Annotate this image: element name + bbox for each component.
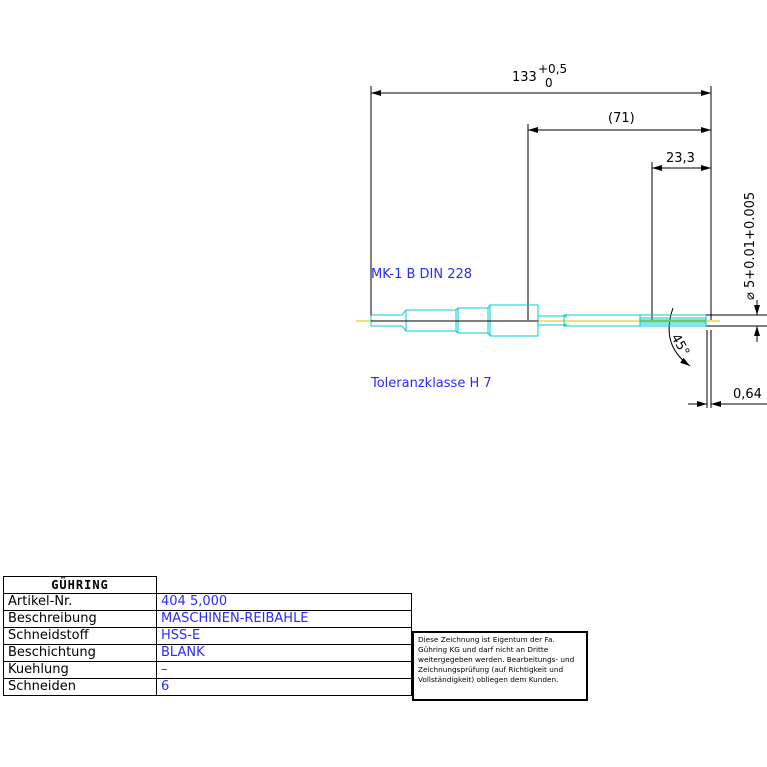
overall-length-dimension <box>370 86 712 320</box>
row-label: Schneiden <box>3 678 157 696</box>
company-logo: GÜHRING <box>3 576 157 594</box>
row-value: MASCHINEN-REIBAHLE <box>156 610 412 628</box>
flute-length-dimension <box>651 162 711 320</box>
row-label: Beschreibung <box>3 610 157 628</box>
title-block: GÜHRING Artikel-Nr. 404 5,000 Beschreibu… <box>3 576 412 696</box>
row-value: – <box>156 661 412 679</box>
row-label: Schneidstoff <box>3 627 157 645</box>
title-block-row: Schneidstoff HSS-E <box>3 627 412 645</box>
title-block-row: Beschreibung MASCHINEN-REIBAHLE <box>3 610 412 628</box>
row-value: 6 <box>156 678 412 696</box>
row-label: Artikel-Nr. <box>3 593 157 611</box>
overall-length-tol-lower: 0 <box>545 76 553 90</box>
taper-note: MK-1 B DIN 228 <box>371 267 472 282</box>
angle-value: 45° <box>668 332 693 359</box>
tolerance-class-note: Toleranzklasse H 7 <box>370 376 492 391</box>
row-value: HSS-E <box>156 627 412 645</box>
chamfer-value: 0,64 <box>733 387 762 402</box>
row-value: BLANK <box>156 644 412 662</box>
row-value: 404 5,000 <box>156 593 412 611</box>
row-label: Beschichtung <box>3 644 157 662</box>
row-label: Kuehlung <box>3 661 157 679</box>
title-block-row: Artikel-Nr. 404 5,000 <box>3 593 412 611</box>
shank-length-value: (71) <box>608 111 635 126</box>
title-block-logo-row: GÜHRING <box>3 576 412 594</box>
title-block-row: Kuehlung – <box>3 661 412 679</box>
flute-length-value: 23,3 <box>666 151 695 166</box>
ownership-notice: Diese Zeichnung ist Eigentum der Fa. Güh… <box>412 631 588 701</box>
overall-length-value: 133 <box>512 70 537 85</box>
overall-length-tol-upper: +0,5 <box>538 62 567 76</box>
logo-row-blank <box>156 576 412 594</box>
title-block-row: Beschichtung BLANK <box>3 644 412 662</box>
title-block-row: Schneiden 6 <box>3 678 412 696</box>
diameter-value: ⌀ 5+0.01+0.005 <box>743 192 758 300</box>
